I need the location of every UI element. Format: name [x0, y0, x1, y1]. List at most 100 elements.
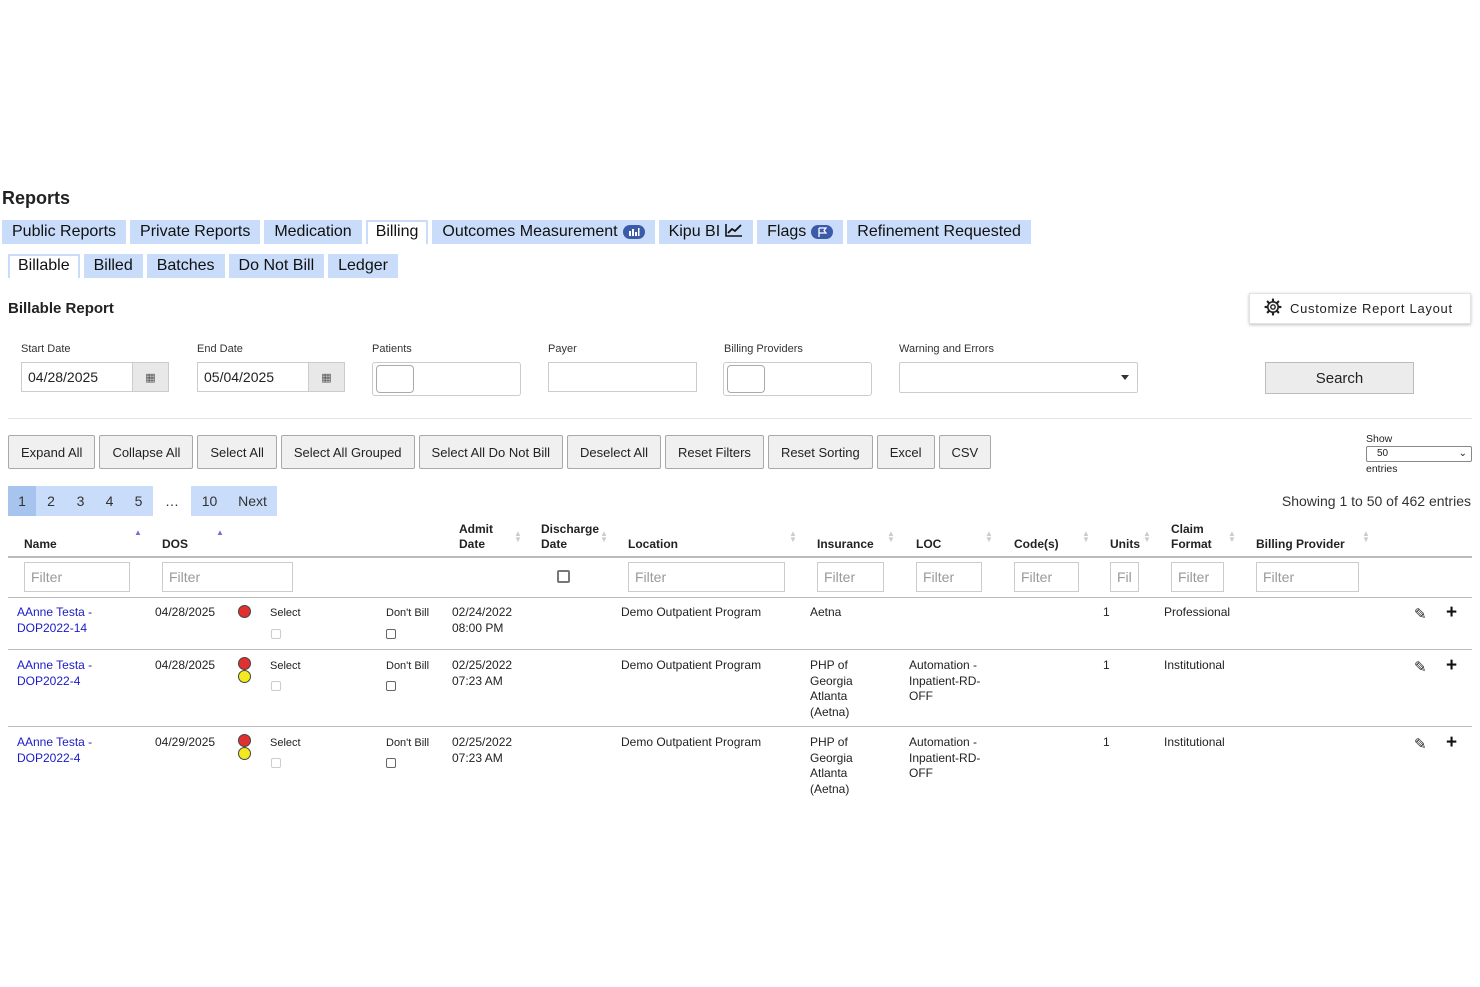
column-header-name[interactable]: Name [24, 537, 57, 552]
sort-icon[interactable]: ▲ ▼ [887, 530, 895, 544]
tab-public-reports[interactable]: Public Reports [2, 220, 127, 244]
collapse-all-button[interactable]: Collapse All [99, 435, 194, 469]
billing-providers-multiselect[interactable] [723, 362, 872, 396]
page-1-button[interactable]: 1 [8, 486, 36, 516]
codes-filter-input[interactable]: Filter [1014, 562, 1079, 592]
tab-kipu-bi[interactable]: Kipu BI [658, 220, 754, 244]
tab-outcomes-measurement[interactable]: Outcomes Measurement [432, 220, 655, 244]
reset-filters-button[interactable]: Reset Filters [664, 435, 764, 469]
sort-icon[interactable]: ▲ ▼ [514, 530, 522, 544]
column-header-units[interactable]: Units [1110, 537, 1140, 552]
page-10-button[interactable]: 10 [191, 486, 228, 516]
patient-name-link[interactable]: AAnne Testa - DOP2022-14 [17, 605, 92, 636]
next-page-button[interactable]: Next [228, 486, 277, 516]
select-checkbox[interactable] [271, 758, 281, 768]
sort-icon[interactable]: ▲ ▼ [1143, 530, 1151, 544]
dont-bill-checkbox[interactable] [386, 629, 396, 639]
calendar-icon[interactable]: ▦ [132, 363, 168, 391]
warnings-select[interactable] [899, 362, 1138, 393]
tab-refinement-requested[interactable]: Refinement Requested [847, 220, 1031, 244]
loc-filter-input[interactable]: Filter [916, 562, 982, 592]
tab-batches[interactable]: Batches [146, 254, 225, 278]
tab-billed[interactable]: Billed [83, 254, 143, 278]
add-plus-icon[interactable]: + [1446, 733, 1457, 752]
claim-format-value: Professional [1164, 605, 1231, 619]
sort-asc-icon[interactable]: ▲ [216, 529, 224, 537]
patient-name-line[interactable]: DOP2022-14 [17, 621, 92, 637]
entries-per-page-select[interactable]: 50 ⌄ [1366, 446, 1472, 462]
deselect-all-button[interactable]: Deselect All [567, 435, 661, 469]
patient-name-link[interactable]: AAnne Testa - DOP2022-4 [17, 735, 92, 766]
column-header-claim-format[interactable]: Claim Format [1171, 522, 1212, 552]
dont-bill-checkbox[interactable] [386, 758, 396, 768]
location-filter-input[interactable]: Filter [628, 562, 785, 592]
column-header-codes[interactable]: Code(s) [1014, 537, 1059, 552]
dos-filter-input[interactable]: Filter [162, 562, 293, 592]
sort-icon[interactable]: ▲ ▼ [1082, 530, 1090, 544]
tab-medication[interactable]: Medication [264, 220, 362, 244]
add-plus-icon[interactable]: + [1446, 603, 1457, 622]
patient-name-line[interactable]: AAnne Testa - [17, 658, 92, 674]
end-date-field[interactable]: 05/04/2025 ▦ [197, 362, 345, 392]
select-all-grouped-button[interactable]: Select All Grouped [280, 435, 415, 469]
select-all-button[interactable]: Select All [197, 435, 277, 469]
column-header-discharge-date[interactable]: Discharge Date [541, 522, 599, 552]
start-date-field[interactable]: 04/28/2025 ▦ [21, 362, 169, 392]
select-checkbox[interactable] [271, 681, 281, 691]
column-header-billing-provider[interactable]: Billing Provider [1256, 537, 1345, 552]
billing-providers-search-input[interactable] [727, 365, 765, 393]
end-date-value[interactable]: 05/04/2025 [198, 363, 308, 391]
tab-billing[interactable]: Billing [365, 220, 429, 244]
patient-name-line[interactable]: AAnne Testa - [17, 605, 92, 621]
sort-icon[interactable]: ▲ ▼ [1362, 530, 1370, 544]
discharge-date-filter-checkbox[interactable] [557, 570, 570, 583]
select-checkbox[interactable] [271, 629, 281, 639]
expand-all-button[interactable]: Expand All [8, 435, 96, 469]
sort-icon[interactable]: ▲ ▼ [789, 530, 797, 544]
column-header-admit-date[interactable]: Admit Date [459, 522, 493, 552]
sort-icon[interactable]: ▲ ▼ [600, 530, 608, 544]
column-header-insurance[interactable]: Insurance [817, 537, 874, 552]
insurance-filter-input[interactable]: Filter [817, 562, 884, 592]
payer-input[interactable] [548, 362, 697, 392]
select-all-do-not-bill-button[interactable]: Select All Do Not Bill [418, 435, 564, 469]
patient-name-link[interactable]: AAnne Testa - DOP2022-4 [17, 658, 92, 689]
csv-export-button[interactable]: CSV [938, 435, 992, 469]
page-5-button[interactable]: 5 [124, 486, 153, 516]
patient-name-line[interactable]: AAnne Testa - [17, 735, 92, 751]
tab-private-reports[interactable]: Private Reports [130, 220, 261, 244]
show-entries-control: Show 50 ⌄ entries [1366, 433, 1472, 475]
edit-pencil-icon[interactable]: ✎ [1414, 735, 1427, 753]
column-header-dos[interactable]: DOS [162, 537, 188, 552]
page-4-button[interactable]: 4 [95, 486, 124, 516]
excel-export-button[interactable]: Excel [876, 435, 935, 469]
edit-pencil-icon[interactable]: ✎ [1414, 605, 1427, 623]
tab-flags[interactable]: Flags [757, 220, 844, 244]
page-2-button[interactable]: 2 [36, 486, 66, 516]
tab-do-not-bill[interactable]: Do Not Bill [228, 254, 325, 278]
billing-provider-filter-input[interactable]: Filter [1256, 562, 1359, 592]
claim-format-filter-input[interactable]: Filter [1171, 562, 1224, 592]
reset-sorting-button[interactable]: Reset Sorting [767, 435, 873, 469]
start-date-value[interactable]: 04/28/2025 [22, 363, 132, 391]
sort-icon[interactable]: ▲ ▼ [1228, 530, 1236, 544]
calendar-icon[interactable]: ▦ [308, 363, 344, 391]
column-header-loc[interactable]: LOC [916, 537, 941, 552]
patients-search-input[interactable] [376, 365, 414, 393]
sort-asc-icon[interactable]: ▲ [134, 529, 142, 537]
page-3-button[interactable]: 3 [66, 486, 95, 516]
search-button[interactable]: Search [1265, 362, 1414, 394]
units-filter-input[interactable]: Fil [1110, 562, 1139, 592]
sort-icon[interactable]: ▲ ▼ [985, 530, 993, 544]
column-header-location[interactable]: Location [628, 537, 678, 552]
edit-pencil-icon[interactable]: ✎ [1414, 658, 1427, 676]
tab-ledger[interactable]: Ledger [328, 254, 398, 278]
customize-report-layout-button[interactable]: Customize Report Layout [1249, 293, 1471, 324]
name-filter-input[interactable]: Filter [24, 562, 130, 592]
add-plus-icon[interactable]: + [1446, 656, 1457, 675]
dont-bill-checkbox[interactable] [386, 681, 396, 691]
patients-multiselect[interactable] [372, 362, 521, 396]
tab-billable[interactable]: Billable [8, 254, 80, 278]
patient-name-line[interactable]: DOP2022-4 [17, 674, 92, 690]
patient-name-line[interactable]: DOP2022-4 [17, 751, 92, 767]
